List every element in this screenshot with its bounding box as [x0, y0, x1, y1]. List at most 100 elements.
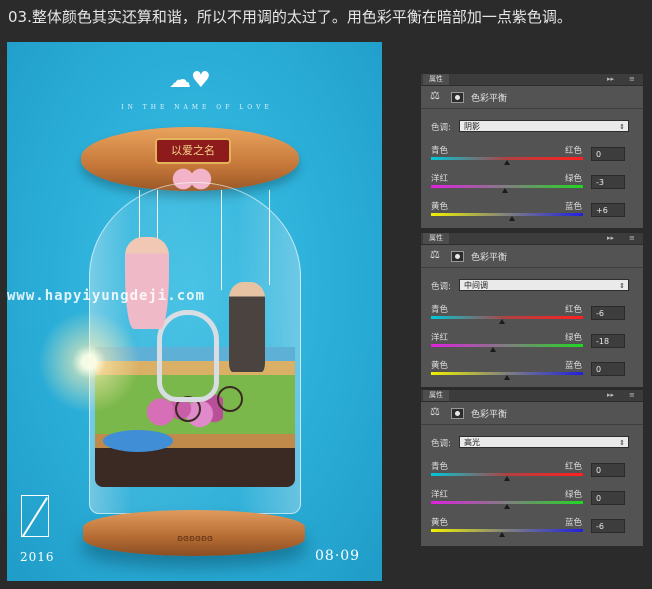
- collapse-icon[interactable]: ▸▸: [607, 390, 614, 401]
- slider-right-label: 绿色: [565, 490, 583, 500]
- slider-value-input[interactable]: 0: [591, 491, 625, 505]
- collapse-icon[interactable]: ▸▸: [607, 233, 614, 244]
- color-slider: 青色 红色 0: [431, 144, 636, 170]
- heart-cloud-icon: ☁♥: [169, 68, 211, 93]
- slider-left-label: 洋红: [431, 174, 449, 184]
- bride-figure: [125, 237, 169, 329]
- color-slider: 青色 红色 0: [431, 460, 636, 486]
- tone-label: 色调:: [431, 439, 451, 449]
- slider-left-label: 青色: [431, 305, 449, 315]
- balance-scale-icon: ⚖: [430, 248, 440, 261]
- chevron-updown-icon: ⇕: [619, 282, 625, 290]
- panel-tabbar: 属性 ▸▸ ≡: [421, 74, 643, 86]
- slider-track[interactable]: [431, 213, 583, 216]
- layer-mask-icon[interactable]: [451, 92, 464, 103]
- tab-properties[interactable]: 属性: [423, 390, 449, 401]
- slider-value-input[interactable]: 0: [591, 362, 625, 376]
- tone-label: 色调:: [431, 282, 451, 292]
- color-slider: 洋红 绿色 0: [431, 488, 636, 514]
- slider-value-input[interactable]: 0: [591, 463, 625, 477]
- panel-header: ⚖ 色彩平衡: [421, 245, 643, 268]
- slider-thumb[interactable]: [504, 160, 510, 165]
- slider-thumb[interactable]: [490, 347, 497, 352]
- tone-select[interactable]: 阴影 ⇕: [459, 120, 629, 132]
- slider-thumb[interactable]: [504, 476, 510, 481]
- panel-tabbar: 属性 ▸▸ ≡: [421, 233, 643, 245]
- wedding-ring: [157, 310, 219, 402]
- slider-thumb[interactable]: [504, 504, 510, 509]
- slider-thumb[interactable]: [508, 216, 515, 221]
- slider-thumb[interactable]: [499, 532, 506, 537]
- tab-properties[interactable]: 属性: [423, 233, 449, 244]
- poster-date: 08·09: [315, 548, 361, 564]
- properties-panel: 属性 ▸▸ ≡ ⚖ 色彩平衡 色调: 高光 ⇕ 青色 红色 0 洋红 绿色 0 黄色 蓝色 -6: [420, 389, 644, 547]
- slider-right-label: 蓝色: [565, 202, 583, 212]
- panel-title: 色彩平衡: [471, 94, 508, 104]
- panel-header: ⚖ 色彩平衡: [421, 402, 643, 425]
- tone-select[interactable]: 高光 ⇕: [459, 436, 629, 448]
- tone-select[interactable]: 中间调 ⇕: [459, 279, 629, 291]
- slider-thumb[interactable]: [504, 375, 510, 380]
- poster-arc-text: IN THE NAME OF LOVE: [121, 104, 273, 111]
- slider-track[interactable]: [431, 529, 583, 532]
- layer-mask-icon[interactable]: [451, 251, 464, 262]
- slider-value-input[interactable]: -6: [591, 519, 625, 533]
- balance-scale-icon: ⚖: [430, 89, 440, 102]
- tone-select-value: 阴影: [464, 122, 480, 131]
- tab-properties[interactable]: 属性: [423, 74, 449, 85]
- cart-wheel: [217, 386, 243, 412]
- panel-title: 色彩平衡: [471, 410, 508, 420]
- slider-value-input[interactable]: -6: [591, 306, 625, 320]
- slider-right-label: 红色: [565, 146, 583, 156]
- jar-base: [83, 510, 305, 556]
- color-slider: 黄色 蓝色 -6: [431, 516, 636, 542]
- slider-thumb[interactable]: [501, 188, 508, 193]
- color-slider: 青色 红色 -6: [431, 303, 636, 329]
- panel-title: 色彩平衡: [471, 253, 508, 263]
- slider-left-label: 洋红: [431, 333, 449, 343]
- slider-track[interactable]: [431, 316, 583, 319]
- tone-select-value: 高光: [464, 438, 480, 447]
- tone-label: 色调:: [431, 123, 451, 133]
- slider-track[interactable]: [431, 344, 583, 347]
- color-slider: 洋红 绿色 -18: [431, 331, 636, 357]
- poster-image: ☁♥ IN THE NAME OF LOVE 以爱之名 www.hapyiyun…: [7, 42, 382, 581]
- lake: [103, 430, 173, 452]
- slider-value-input[interactable]: -3: [591, 175, 625, 189]
- panel-menu-icon[interactable]: ≡: [629, 233, 635, 244]
- properties-panel: 属性 ▸▸ ≡ ⚖ 色彩平衡色调: 阴影 ⇕ 青色 红色 0 洋红 绿色 -3 黄色 蓝色 +6: [420, 73, 644, 229]
- balance-scale-icon: ⚖: [430, 405, 440, 418]
- page-heading: 03.整体颜色其实还算和谐，所以不用调的太过了。用色彩平衡在暗部加一点紫色调。: [8, 8, 572, 26]
- chevron-updown-icon: ⇕: [619, 439, 625, 447]
- slider-thumb[interactable]: [499, 319, 506, 324]
- slider-right-label: 蓝色: [565, 361, 583, 371]
- collapse-icon[interactable]: ▸▸: [607, 74, 614, 85]
- panel-menu-icon[interactable]: ≡: [629, 74, 635, 85]
- slider-left-label: 洋红: [431, 490, 449, 500]
- color-slider: 黄色 蓝色 0: [431, 359, 636, 385]
- base-logo: ʚɞʚɞʚɞ: [177, 534, 213, 544]
- tone-select-value: 中间调: [464, 281, 488, 290]
- color-slider: 洋红 绿色 -3: [431, 172, 636, 198]
- panel-tabbar: 属性 ▸▸ ≡: [421, 390, 643, 402]
- layer-mask-icon[interactable]: [451, 408, 464, 419]
- chevron-updown-icon: ⇕: [619, 123, 625, 131]
- poster-plaque: 以爱之名: [155, 138, 231, 164]
- poster-year: 2016: [20, 550, 55, 564]
- slider-value-input[interactable]: +6: [591, 203, 625, 217]
- color-slider: 黄色 蓝色 +6: [431, 200, 636, 226]
- slider-left-label: 黄色: [431, 202, 449, 212]
- watermark-text: www.hapyiyungdeji.com: [7, 288, 206, 304]
- slider-right-label: 红色: [565, 305, 583, 315]
- properties-panel: 属性 ▸▸ ≡ ⚖ 色彩平衡 色调: 中间调 ⇕ 青色 红色 -6 洋红 绿色 -18 黄色 蓝色 0: [420, 232, 644, 388]
- slider-left-label: 青色: [431, 146, 449, 156]
- slider-right-label: 蓝色: [565, 518, 583, 528]
- slider-right-label: 绿色: [565, 174, 583, 184]
- slider-left-label: 青色: [431, 462, 449, 472]
- slider-value-input[interactable]: 0: [591, 147, 625, 161]
- panel-header: ⚖ 色彩平衡: [421, 86, 643, 109]
- slider-right-label: 绿色: [565, 333, 583, 343]
- panel-menu-icon[interactable]: ≡: [629, 390, 635, 401]
- slider-right-label: 红色: [565, 462, 583, 472]
- slider-value-input[interactable]: -18: [591, 334, 625, 348]
